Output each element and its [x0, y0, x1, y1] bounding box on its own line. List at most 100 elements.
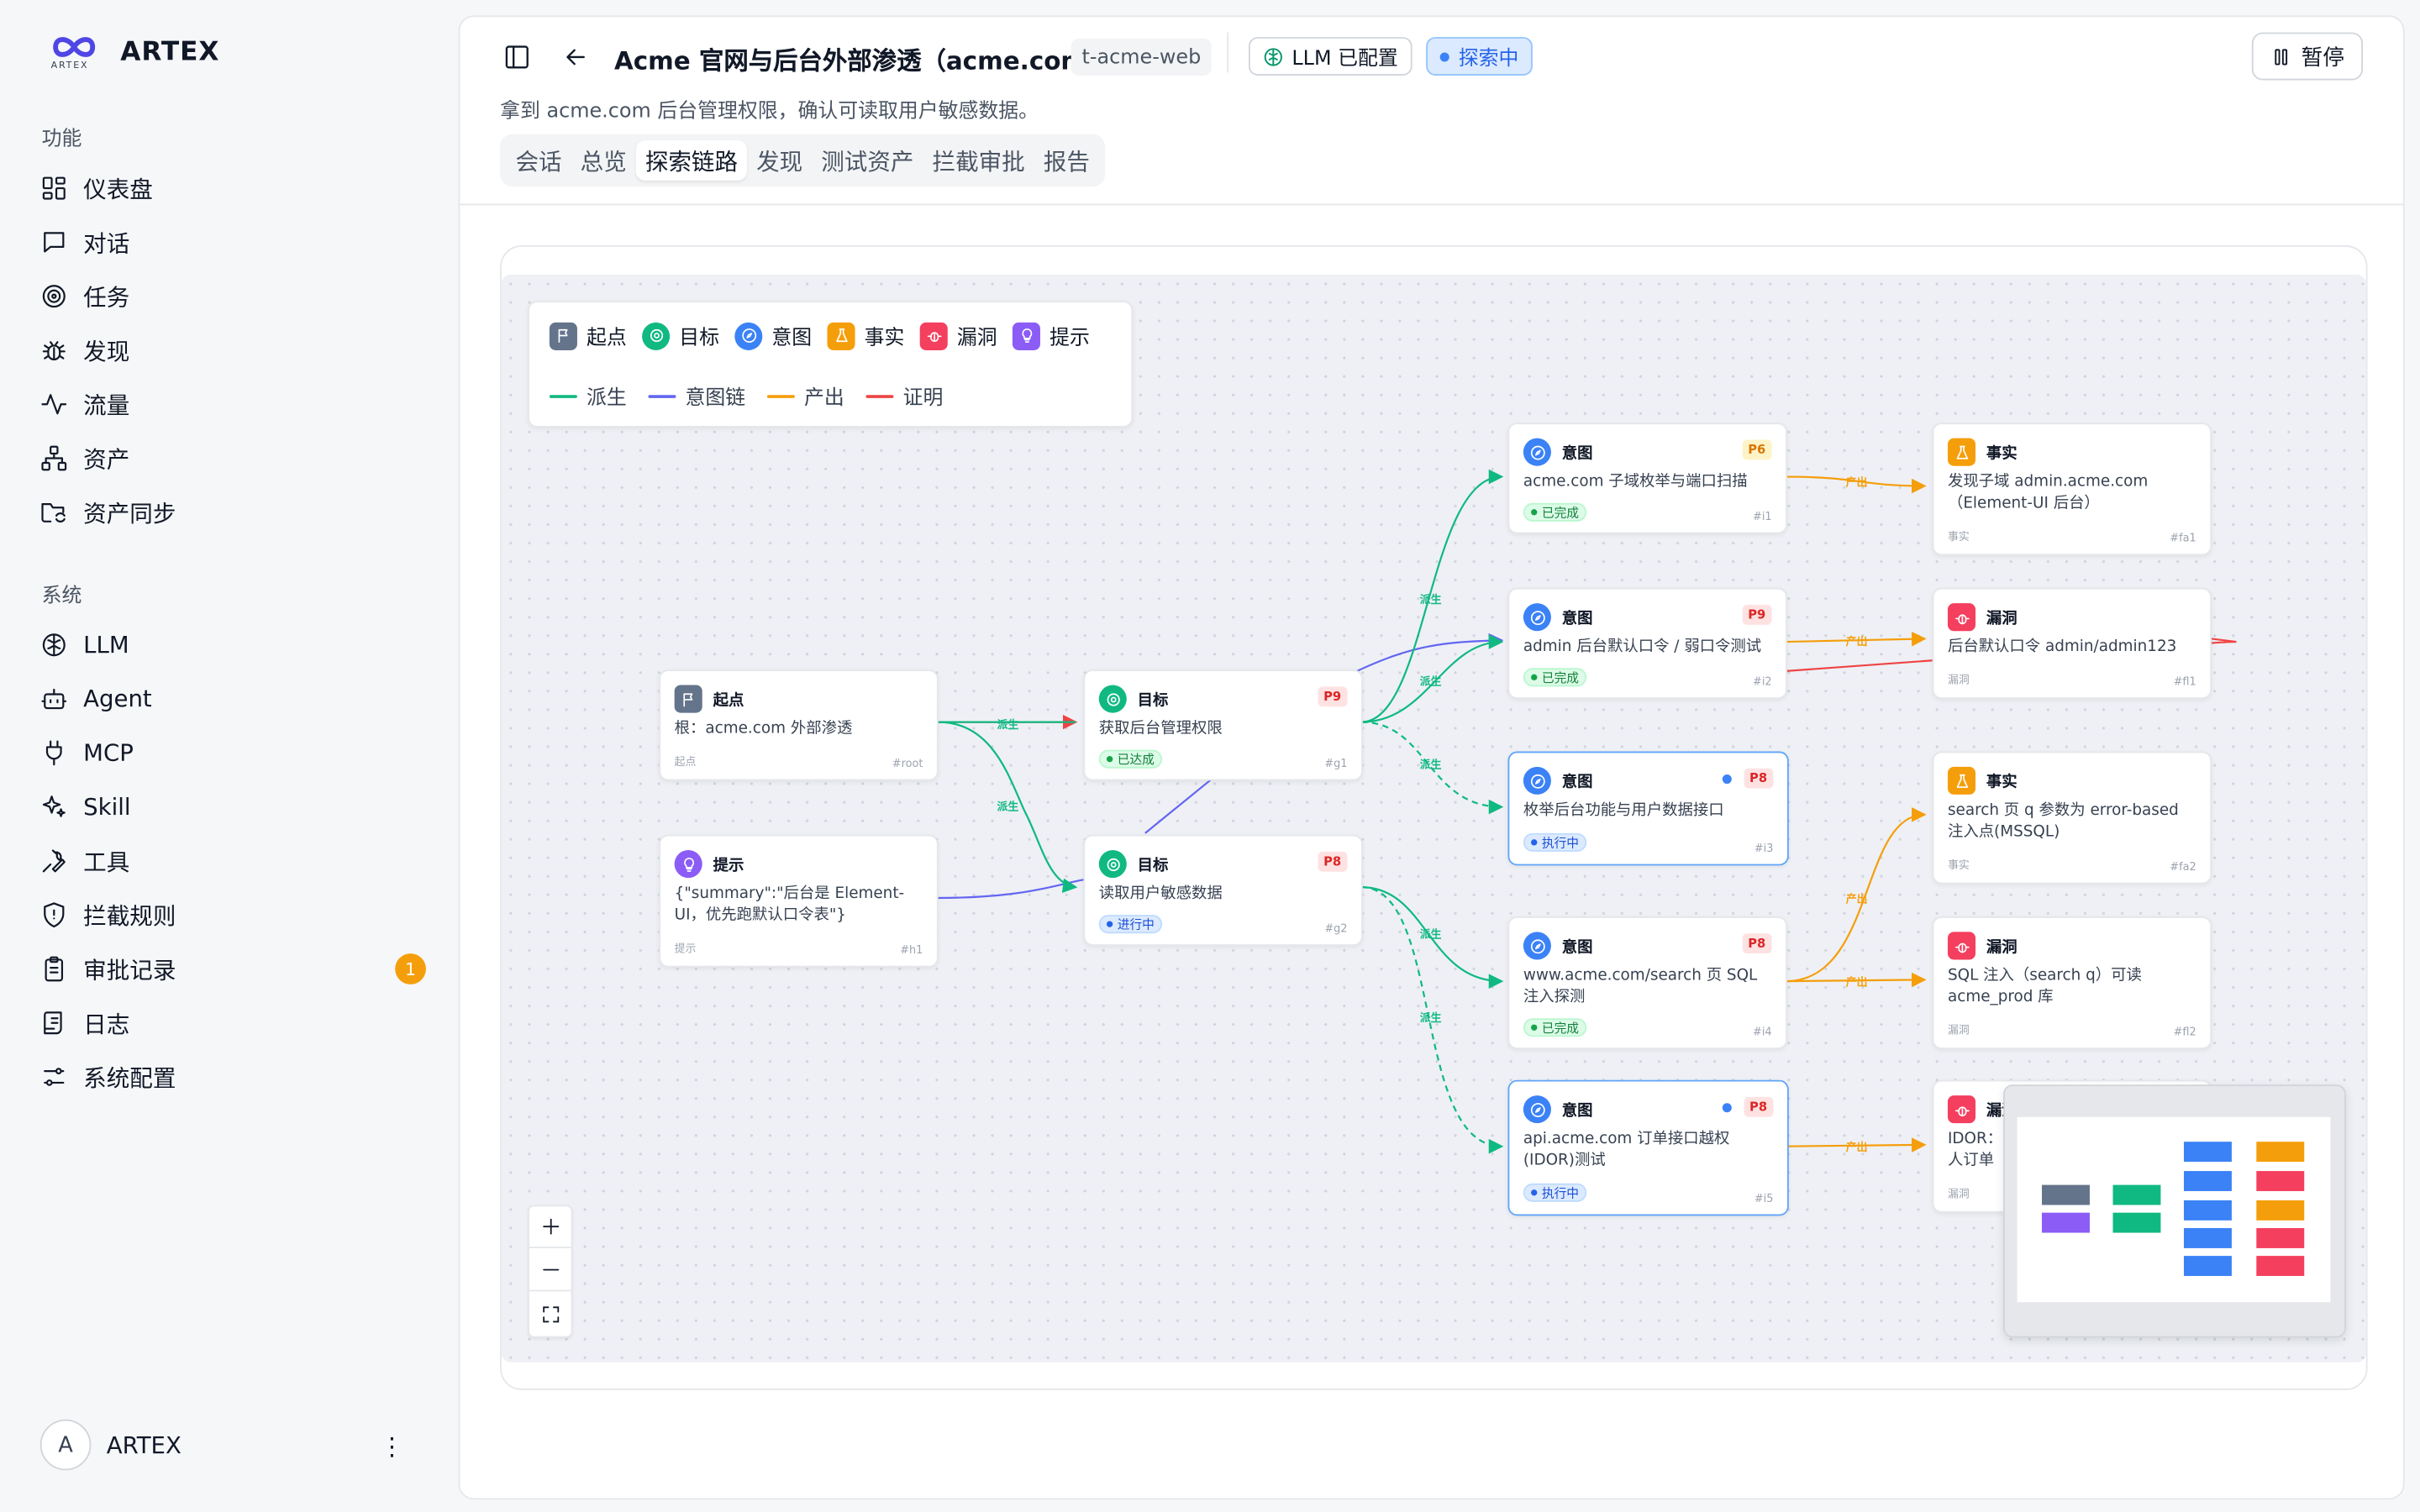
sidebar: ARTEX ARTEX 功能 仪表盘 对话 任务 发现 流量 资产 资产同步 系… [0, 0, 457, 1512]
tab-overview[interactable]: 总览 [571, 140, 636, 181]
brand[interactable]: ARTEX ARTEX [50, 34, 220, 71]
nav-label: 流量 [83, 391, 130, 419]
node-intent-i3[interactable]: 意图 P8 枚举后台功能与用户数据接口 执行中 #i3 [1507, 751, 1789, 866]
nav-item-approvals[interactable]: 审批记录 1 [40, 952, 426, 985]
nav-item-dashboard[interactable]: 仪表盘 [40, 171, 426, 205]
nav-item-system-config[interactable]: 系统配置 [40, 1060, 426, 1094]
back-button[interactable] [555, 37, 596, 77]
node-type-label: 起点 [674, 756, 697, 769]
zoom-in-button[interactable] [529, 1206, 571, 1248]
status-label: 已完成 [1541, 505, 1579, 520]
pause-button[interactable]: 暂停 [2251, 32, 2364, 81]
nav-item-mcp[interactable]: MCP [40, 736, 426, 769]
brand-name: ARTEX [120, 37, 220, 68]
legend-item: 漏洞 [919, 321, 997, 350]
node-vuln-fl2[interactable]: 漏洞 SQL 注入（search q）可读 acme_prod 库 漏洞 #fl… [1932, 916, 2212, 1049]
status-badge: 执行中 [1523, 1183, 1587, 1202]
status-dot [1531, 1189, 1538, 1196]
node-goal-g1[interactable]: 目标 P9 获取后台管理权限 已达成 #g1 [1083, 669, 1363, 781]
nav-item-chat[interactable]: 对话 [40, 225, 426, 259]
minimap[interactable] [2003, 1084, 2346, 1338]
status-label: 执行中 [1541, 1185, 1579, 1200]
nav-item-tools[interactable]: 工具 [40, 844, 426, 878]
nav-item-skill[interactable]: Skill [40, 790, 426, 823]
nav-label: Agent [83, 685, 152, 713]
lightbulb-icon [674, 850, 702, 879]
nav-item-findings[interactable]: 发现 [40, 333, 426, 367]
tab-report[interactable]: 报告 [1034, 140, 1099, 181]
running-indicator [1722, 774, 1732, 785]
nav-item-llm[interactable]: LLM [40, 628, 426, 662]
nav-item-logs[interactable]: 日志 [40, 1006, 426, 1040]
nav-item-traffic[interactable]: 流量 [40, 387, 426, 421]
node-type: 事实 [1986, 445, 2018, 464]
status-label: 进行中 [1117, 916, 1155, 932]
arrow-left-icon [566, 49, 585, 66]
node-type-label: 漏洞 [1947, 1024, 1970, 1037]
nav-item-intercept-rules[interactable]: 拦截规则 [40, 898, 426, 932]
nav-label: 发现 [83, 337, 130, 365]
node-type-label: 事实 [1947, 530, 1970, 543]
status-badge: 已完成 [1523, 668, 1587, 687]
zoom-controls [528, 1205, 573, 1338]
minimap-node [2183, 1200, 2232, 1221]
node-type-label: 漏洞 [1947, 1188, 1970, 1200]
nav-item-asset-sync[interactable]: 资产同步 [40, 496, 426, 529]
node-text: www.acme.com/search 页 SQL 注入探测 [1523, 967, 1758, 1006]
node-id: #h1 [900, 944, 923, 957]
tab-findings[interactable]: 发现 [747, 140, 812, 181]
page-title: Acme 官网与后台外部渗透（acme.com） [614, 46, 1112, 76]
node-fact-fa2[interactable]: 事实 search 页 q 参数为 error-based 注入点(MSSQL)… [1932, 751, 2212, 885]
node-type: 目标 [1137, 858, 1169, 875]
toggle-sidebar-button[interactable] [497, 37, 537, 77]
node-intent-i5[interactable]: 意图 P8 api.acme.com 订单接口越权(IDOR)测试 执行中 #i… [1507, 1079, 1789, 1216]
legend-item: 目标 [642, 321, 719, 350]
legend-label: 事实 [864, 327, 905, 350]
node-intent-i2[interactable]: 意图 P9 admin 后台默认口令 / 弱口令测试 已完成 #i2 [1507, 587, 1787, 700]
flag-icon [674, 685, 702, 713]
legend-edge-types: 派生 意图链 产出 证明 [549, 381, 965, 411]
minimap-node [2042, 1184, 2090, 1205]
node-vuln-fl1[interactable]: 漏洞 后台默认口令 admin/admin123 漏洞 #fl1 [1932, 587, 2212, 700]
nav-label: 任务 [83, 283, 130, 312]
node-intent-i4[interactable]: 意图 P8 www.acme.com/search 页 SQL 注入探测 已完成… [1507, 916, 1787, 1049]
node-id: #g2 [1324, 922, 1348, 936]
more-vertical-icon[interactable]: ⋮ [380, 1431, 404, 1461]
node-type: 漏洞 [1986, 611, 2018, 628]
tab-chat[interactable]: 会话 [506, 140, 571, 181]
node-root[interactable]: 起点 根：acme.com 外部渗透 起点 #root [659, 669, 939, 781]
legend-label: 提示 [1050, 327, 1090, 350]
nav-item-tasks[interactable]: 任务 [40, 279, 426, 312]
nav-item-assets[interactable]: 资产 [40, 441, 426, 475]
fit-view-button[interactable] [529, 1293, 571, 1335]
user-menu[interactable]: A ARTEX ⋮ [39, 1419, 426, 1471]
node-hint[interactable]: 提示 {"summary":"后台是 Element-UI，优先跑默认口令表"}… [659, 834, 939, 968]
minimap-node [2112, 1212, 2161, 1233]
exploration-graph-canvas[interactable]: 派生 派生 派生 派生 派生 派生 派生 产出 产出 产出 产出 产出 起点 目… [501, 274, 2366, 1362]
bug-icon [1947, 932, 1976, 960]
nav-item-agent[interactable]: Agent [40, 682, 426, 716]
status-badge: 进行中 [1098, 915, 1163, 934]
tab-intercept-approvals[interactable]: 拦截审批 [923, 140, 1034, 181]
target-icon [642, 321, 671, 350]
zoom-out-button[interactable] [529, 1250, 571, 1292]
node-intent-i1[interactable]: 意图 P6 acme.com 子域枚举与端口扫描 已完成 #i1 [1507, 423, 1787, 534]
compass-icon [1523, 438, 1551, 466]
edge-label: 派生 [1420, 1011, 1442, 1025]
minus-icon [542, 1268, 559, 1271]
tab-exploration-chain[interactable]: 探索链路 [635, 140, 748, 181]
minimap-node [2256, 1256, 2305, 1276]
node-fact-fa1[interactable]: 事实 发现子域 admin.acme.com（Element-UI 后台） 事实… [1932, 423, 2212, 556]
nav-label: 资产 [83, 444, 130, 473]
tab-test-assets[interactable]: 测试资产 [812, 140, 923, 181]
brain-icon [1264, 47, 1282, 66]
legend-item: 提示 [1013, 321, 1090, 350]
target-icon [1098, 850, 1127, 879]
minimap-node [2256, 1171, 2305, 1191]
legend-node-types: 起点 目标 意图 事实 漏洞 提示 [549, 321, 1105, 350]
node-goal-g2[interactable]: 目标 P8 读取用户敏感数据 进行中 #g2 [1083, 834, 1363, 946]
pause-icon [2275, 48, 2288, 65]
nav-label: MCP [83, 738, 134, 767]
nav-label: 资产同步 [83, 499, 176, 528]
minimap-node [2183, 1256, 2232, 1276]
